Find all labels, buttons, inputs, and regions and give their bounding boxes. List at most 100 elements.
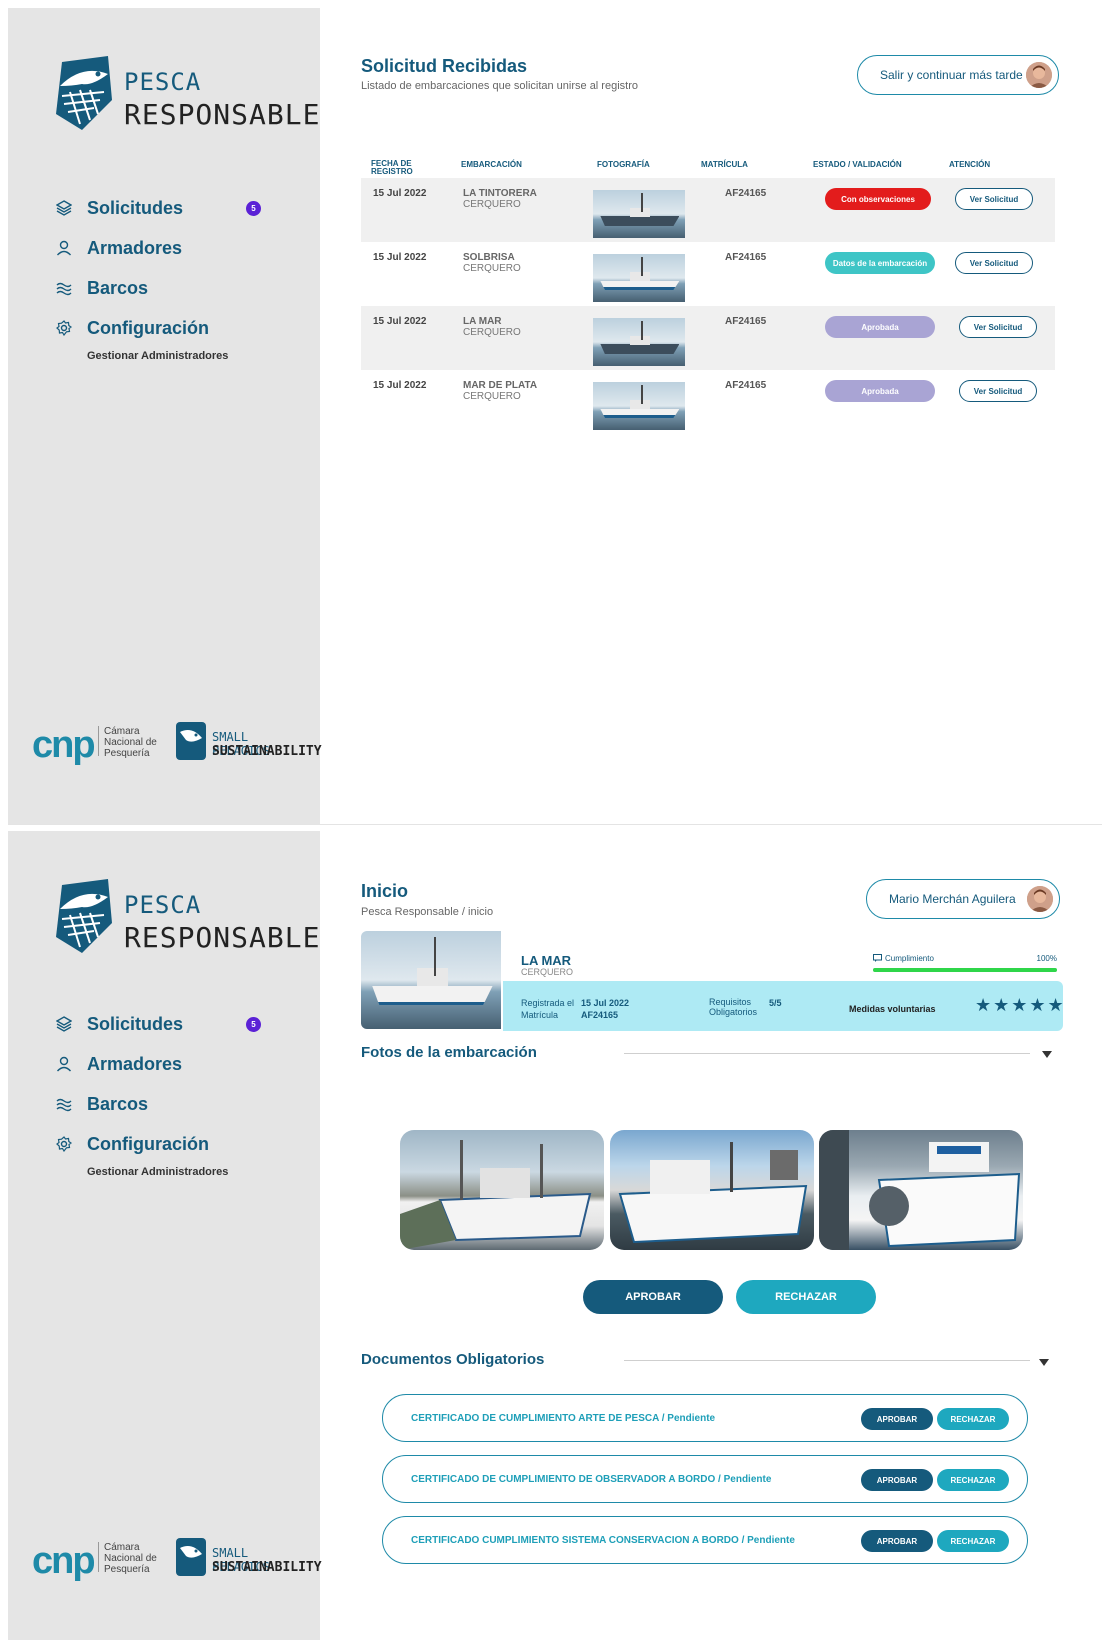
requests-table: FECHA DE REGISTRO EMBARCACIÓN FOTOGRAFÍA …: [361, 156, 1055, 434]
document-reject-button[interactable]: RECHAZAR: [937, 1469, 1009, 1491]
col-fecha-line2: REGISTRO: [371, 167, 413, 176]
boat-photo[interactable]: [610, 1130, 814, 1250]
boat-main-photo[interactable]: [361, 931, 501, 1029]
view-request-button[interactable]: Ver Solicitud: [955, 188, 1033, 210]
requirements-value: 5/5: [769, 998, 782, 1008]
table-row: 15 Jul 2022 LA MAR CERQUERO AF24165 Aprob…: [361, 306, 1055, 370]
boat-photo[interactable]: [400, 1130, 604, 1250]
save-and-exit-button[interactable]: Salir y continuar más tarde: [857, 55, 1059, 95]
breadcrumb[interactable]: Pesca Responsable / inicio: [361, 906, 493, 918]
table-row: 15 Jul 2022 MAR DE PLATA CERQUERO AF24165…: [361, 370, 1055, 434]
sidebar: PESCA RESPONSABLE Solicitudes 5 Armadore…: [8, 831, 322, 1640]
waves-icon: [56, 1096, 72, 1112]
divider: [98, 1542, 99, 1572]
sidebar-item-solicitudes[interactable]: Solicitudes 5: [56, 1004, 296, 1044]
approve-button[interactable]: APROBAR: [583, 1280, 723, 1314]
chevron-down-icon[interactable]: [1039, 1359, 1049, 1366]
document-item: CERTIFICADO CUMPLIMIENTO SISTEMA CONSERV…: [382, 1516, 1028, 1564]
document-reject-button[interactable]: RECHAZAR: [937, 1530, 1009, 1552]
status-badge: Con observaciones: [825, 188, 931, 210]
compliance-progress: Cumplimiento 100%: [873, 954, 1057, 972]
status-badge: Aprobada: [825, 316, 935, 338]
boat-type: CERQUERO: [463, 391, 521, 402]
brand-line2: RESPONSABLE: [124, 98, 321, 131]
view-request-button[interactable]: Ver Solicitud: [955, 252, 1033, 274]
boat-registration-values: 15 Jul 2022 AF24165: [581, 997, 629, 1021]
gear-icon: [56, 320, 72, 336]
row-matricula: AF24165: [725, 252, 767, 263]
brand-line1: PESCA: [124, 891, 202, 919]
document-label: CERTIFICADO DE CUMPLIMIENTO DE OBSERVADO…: [411, 1474, 772, 1485]
registered-value: 15 Jul 2022: [581, 998, 630, 1008]
boat-name: LA MAR: [463, 316, 502, 327]
chevron-down-icon[interactable]: [1042, 1051, 1052, 1058]
document-item: CERTIFICADO DE CUMPLIMIENTO ARTE DE PESC…: [382, 1394, 1028, 1442]
sidebar-item-armadores[interactable]: Armadores: [56, 1044, 296, 1084]
cnp-line: Pesquería: [104, 1564, 150, 1575]
sps-fish-icon: [176, 1538, 206, 1576]
save-and-exit-label: Salir y continuar más tarde: [880, 68, 1023, 82]
boat-detail-screen: PESCA RESPONSABLE Solicitudes 5 Armadore…: [8, 831, 1102, 1640]
sidebar-item-armadores[interactable]: Armadores: [56, 228, 296, 268]
sidebar-item-configuracion[interactable]: Configuración: [56, 1124, 296, 1164]
page-subtitle: Listado de embarcaciones que solicitan u…: [361, 80, 638, 92]
voluntary-measures-label: Medidas voluntarias: [849, 1004, 936, 1014]
fish-net-emblem-icon: [56, 879, 112, 953]
col-embarcacion: EMBARCACIÓN: [461, 160, 522, 169]
compliance-percent: 100%: [1036, 954, 1057, 963]
partner-logos: cnp Cámara Nacional de Pesquería SMALL P…: [32, 720, 322, 766]
boat-photo[interactable]: [593, 254, 685, 302]
avatar: [1027, 886, 1053, 912]
main-content: Inicio Pesca Responsable / inicio Mario …: [320, 831, 1102, 1640]
page-title: Solicitud Recibidas: [361, 56, 528, 76]
sidebar-item-label: Barcos: [87, 277, 149, 298]
col-fotografia: FOTOGRAFÍA: [597, 160, 650, 169]
page-title: Inicio: [361, 881, 409, 901]
boat-photo[interactable]: [819, 1130, 1023, 1250]
cnp-line: Cámara: [104, 1542, 140, 1553]
boat-type: CERQUERO: [463, 327, 521, 338]
sidebar-item-configuracion[interactable]: Configuración: [56, 308, 296, 348]
row-date: 15 Jul 2022: [373, 252, 427, 263]
user-menu-button[interactable]: Mario Merchán Aguilera: [866, 879, 1060, 919]
sidebar-item-label: Solicitudes: [87, 197, 184, 218]
documents-section-title: Documentos Obligatorios: [361, 1351, 545, 1368]
row-matricula: AF24165: [725, 188, 767, 199]
sidebar-item-label: Armadores: [87, 1053, 183, 1074]
boat-photo[interactable]: [593, 190, 685, 238]
document-approve-button[interactable]: APROBAR: [861, 1469, 933, 1491]
registered-label: Registrada el: [521, 998, 575, 1008]
sidebar-item-barcos[interactable]: Barcos: [56, 268, 296, 308]
rating-stars: ★★★★★: [975, 995, 1066, 1015]
table-row: 15 Jul 2022 LA TINTORERA CERQUERO AF24165…: [361, 178, 1055, 242]
divider: [624, 1053, 1030, 1054]
cnp-line: Cámara: [104, 726, 140, 737]
progress-fill: [873, 968, 1057, 972]
document-approve-button[interactable]: APROBAR: [861, 1408, 933, 1430]
document-item: CERTIFICADO DE CUMPLIMIENTO DE OBSERVADO…: [382, 1455, 1028, 1503]
view-request-button[interactable]: Ver Solicitud: [959, 380, 1037, 402]
table-header: FECHA DE REGISTRO EMBARCACIÓN FOTOGRAFÍA …: [361, 156, 1055, 178]
compliance-text: Cumplimiento: [885, 954, 934, 963]
status-badge: Datos de la embarcación: [825, 252, 935, 274]
sps-line2: SUSTAINABILITY: [212, 744, 322, 759]
cnp-text: Cámara Nacional de Pesquería: [104, 726, 157, 759]
sidebar-item-solicitudes[interactable]: Solicitudes 5: [56, 188, 296, 228]
boat-photo[interactable]: [593, 382, 685, 430]
reject-button[interactable]: RECHAZAR: [736, 1280, 876, 1314]
document-approve-button[interactable]: APROBAR: [861, 1530, 933, 1552]
main-content: Solicitud Recibidas Listado de embarcaci…: [320, 8, 1102, 824]
compliance-label: Cumplimiento: [873, 954, 934, 963]
boat-photo-drawing: [819, 1130, 1021, 1250]
requests-screen: PESCA RESPONSABLE Solicitudes 5 Armadore…: [8, 8, 1102, 825]
document-reject-button[interactable]: RECHAZAR: [937, 1408, 1009, 1430]
fish-net-emblem-icon: [56, 56, 112, 130]
col-estado: ESTADO / VALIDACIÓN: [813, 160, 902, 169]
sidebar-subitem-gestionar-administradores[interactable]: Gestionar Administradores: [56, 1166, 296, 1178]
brand-line1: PESCA: [124, 68, 202, 96]
view-request-button[interactable]: Ver Solicitud: [959, 316, 1037, 338]
requirements-label: Requisitos Obligatorios: [709, 997, 757, 1017]
sidebar-subitem-gestionar-administradores[interactable]: Gestionar Administradores: [56, 350, 296, 362]
sidebar-item-barcos[interactable]: Barcos: [56, 1084, 296, 1124]
boat-photo[interactable]: [593, 318, 685, 366]
